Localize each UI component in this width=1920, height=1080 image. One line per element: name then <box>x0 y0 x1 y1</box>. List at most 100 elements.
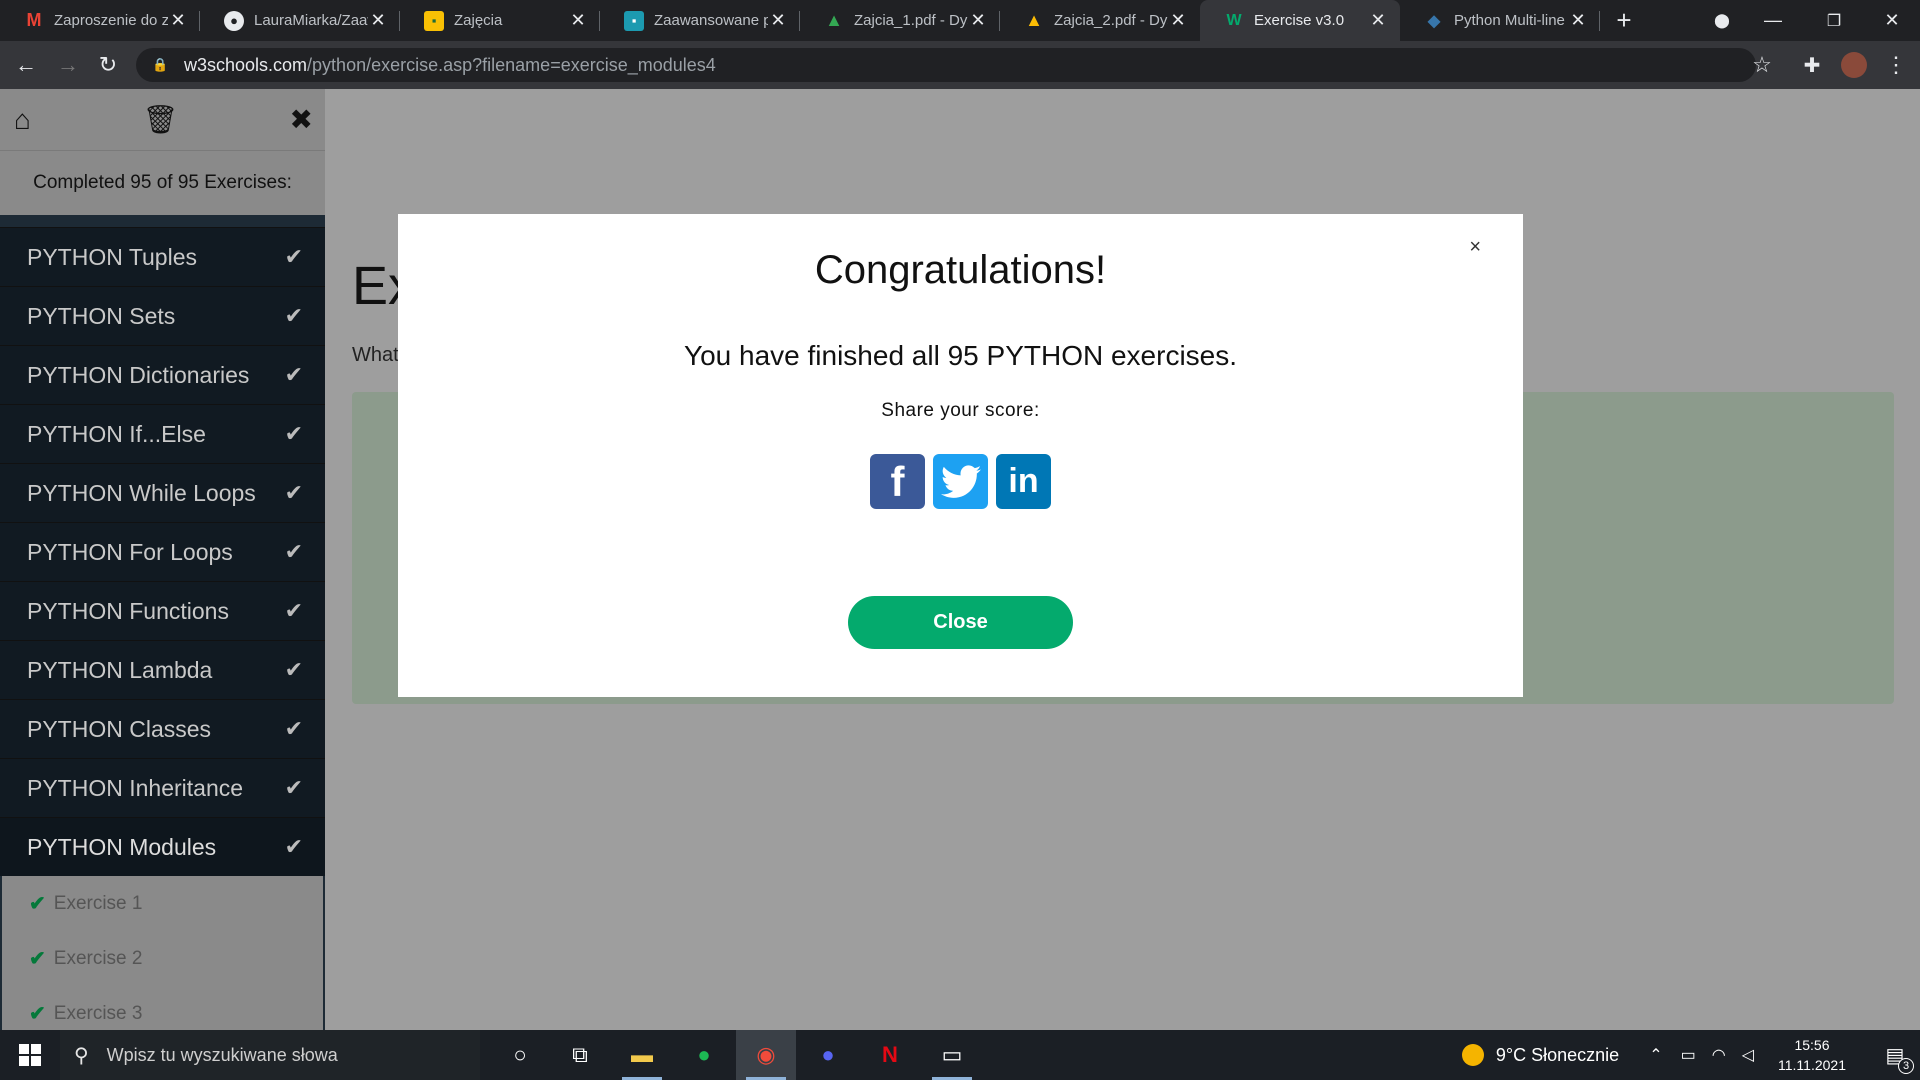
sidebar-item-inheritance[interactable]: PYTHON Inheritance ✔ <box>0 758 325 817</box>
classroom-icon: ▪ <box>424 10 444 31</box>
sidebar-item-if-else[interactable]: PYTHON If...Else ✔ <box>0 404 325 463</box>
new-tab-button[interactable]: + <box>1596 0 1652 41</box>
gmail-icon: M <box>26 10 42 30</box>
avatar[interactable] <box>1838 49 1870 81</box>
list-item-exercise-2[interactable]: ✔ Exercise 2 <box>2 931 323 986</box>
address-bar[interactable]: 🔒 w3schools.com /python/exercise.asp?fil… <box>136 48 1756 82</box>
congratulations-modal: × Congratulations! You have finished all… <box>398 214 1523 697</box>
taskbar-search-input[interactable]: ⚲ Wpisz tu wyszukiwane słowa <box>60 1030 480 1080</box>
browser-toolbar: ← → ↻ 🔒 w3schools.com /python/exercise.a… <box>0 41 1920 89</box>
cortana-icon[interactable]: ○ <box>490 1030 550 1080</box>
share-label: Share your score: <box>881 400 1040 421</box>
check-icon: ✔ <box>284 657 303 682</box>
task-view-icon[interactable]: ⧉ <box>550 1030 610 1080</box>
drive-icon: ▲ <box>825 10 843 30</box>
exercise-question: What <box>352 344 399 366</box>
python-icon: ◆ <box>1427 12 1441 30</box>
sidebar-item-classes[interactable]: PYTHON Classes ✔ <box>0 699 325 758</box>
check-icon: ✔ <box>284 244 303 269</box>
restore-button[interactable]: ❐ <box>1806 0 1862 41</box>
chevron-up-icon[interactable]: ⌃ <box>1649 1045 1662 1065</box>
windows-taskbar: ⚲ Wpisz tu wyszukiwane słowa ○ ⧉ ▬ ● ◉ ●… <box>0 1030 1920 1080</box>
screen: { "browser": { "tabs": [ {"title": "Zapr… <box>0 0 1920 1080</box>
check-icon: ✔ <box>284 539 303 564</box>
sidebar-item-tuples[interactable]: PYTHON Tuples ✔ <box>0 227 325 286</box>
notification-icon[interactable]: ▤ 3 <box>1870 1043 1920 1074</box>
browser-tab-strip: M Zaproszenie do za ✕ ● LauraMiarka/Zaaw… <box>0 0 1920 41</box>
close-icon[interactable]: ✕ <box>1568 10 1588 31</box>
github-icon: ● <box>224 10 244 31</box>
check-icon: ✔ <box>284 303 303 328</box>
trash-icon[interactable]: 🗑 <box>142 103 178 136</box>
list-item-exercise-3[interactable]: ✔ Exercise 3 <box>2 986 323 1030</box>
check-icon: ✔ <box>284 421 303 446</box>
sidebar-item-while-loops[interactable]: PYTHON While Loops ✔ <box>0 463 325 522</box>
modules-exercise-list: ✔ Exercise 1 ✔ Exercise 2 ✔ Exercise 3 <box>0 876 325 1030</box>
search-icon: ⚲ <box>74 1044 89 1067</box>
sidebar-item-functions[interactable]: PYTHON Functions ✔ <box>0 581 325 640</box>
extensions-icon[interactable]: ✚ <box>1796 49 1828 81</box>
exercise-sidebar: ⌂ 🗑 ✖ Completed 95 of 95 Exercises: PYTH… <box>0 89 325 1030</box>
tab-github[interactable]: ● LauraMiarka/Zaaw ✕ <box>200 0 400 41</box>
linkedin-icon[interactable]: in <box>996 454 1051 509</box>
spotify-icon[interactable]: ● <box>674 1030 734 1080</box>
modal-title: Congratulations! <box>814 248 1107 292</box>
close-icon[interactable]: ✕ <box>1368 10 1388 31</box>
close-icon[interactable]: ✕ <box>768 10 788 31</box>
volume-icon[interactable]: ◁ <box>1742 1045 1754 1065</box>
reload-icon[interactable]: ↻ <box>92 49 124 81</box>
discord-icon[interactable]: ● <box>798 1030 858 1080</box>
netflix-icon[interactable]: N <box>860 1030 920 1080</box>
chrome-icon[interactable]: ◉ <box>736 1030 796 1080</box>
sidebar-item-sets[interactable]: PYTHON Sets ✔ <box>0 286 325 345</box>
menu-icon[interactable]: ⋮ <box>1880 49 1912 81</box>
terminal-icon[interactable]: ▭ <box>922 1030 982 1080</box>
clock[interactable]: 15:56 11.11.2021 <box>1778 1035 1846 1075</box>
weather-widget[interactable]: 9°C Słonecznie <box>1461 1044 1619 1066</box>
close-icon[interactable]: ✖ <box>290 103 313 136</box>
modal-message: You have finished all 95 PYTHON exercise… <box>683 340 1238 371</box>
check-icon: ✔ <box>284 716 303 741</box>
home-icon[interactable]: ⌂ <box>14 104 31 136</box>
sidebar-item-lambda[interactable]: PYTHON Lambda ✔ <box>0 640 325 699</box>
back-icon[interactable]: ← <box>10 49 42 81</box>
close-icon[interactable]: ✕ <box>168 10 188 31</box>
sidebar-item-modules[interactable]: PYTHON Modules ✔ <box>0 817 325 876</box>
w3schools-icon: W <box>1226 11 1242 29</box>
facebook-icon[interactable]: f <box>870 454 925 509</box>
file-explorer-icon[interactable]: ▬ <box>612 1030 672 1080</box>
sidebar-item-for-loops[interactable]: PYTHON For Loops ✔ <box>0 522 325 581</box>
tab-drive-2[interactable]: ▲ Zajcia_2.pdf - Dys ✕ <box>1000 0 1200 41</box>
twitter-icon[interactable] <box>933 454 988 509</box>
tab-drive-1[interactable]: ▲ Zajcia_1.pdf - Dys ✕ <box>800 0 1000 41</box>
window-close-button[interactable]: ✕ <box>1864 0 1920 41</box>
tab-search-icon[interactable]: ⬤ <box>1694 0 1750 41</box>
battery-icon[interactable]: ▭ <box>1681 1045 1696 1065</box>
close-icon[interactable]: ✕ <box>568 10 588 31</box>
wifi-icon[interactable]: ◠ <box>1712 1045 1726 1065</box>
forward-icon[interactable]: → <box>52 49 84 81</box>
system-tray: 9°C Słonecznie ⌃ ▭ ◠ ◁ 15:56 11.11.2021 … <box>1461 1030 1920 1080</box>
lock-icon: 🔒 <box>152 57 169 72</box>
bookmark-star-icon[interactable]: ☆ <box>1746 49 1778 81</box>
close-button[interactable]: Close <box>848 596 1073 649</box>
close-icon[interactable]: ✕ <box>1168 10 1188 31</box>
tab-classroom[interactable]: ▪ Zajęcia ✕ <box>400 0 600 41</box>
list-item-exercise-1[interactable]: ✔ Exercise 1 <box>2 876 323 931</box>
close-icon[interactable]: ✕ <box>368 10 388 31</box>
windows-start-icon[interactable] <box>0 1030 60 1080</box>
tab-classroom-2[interactable]: ▪ Zaawansowane pr ✕ <box>600 0 800 41</box>
check-icon: ✔ <box>284 480 303 505</box>
minimize-button[interactable]: — <box>1745 0 1801 41</box>
completed-count: Completed 95 of 95 Exercises: <box>0 150 325 215</box>
tab-python[interactable]: ◆ Python Multi-line ✕ <box>1400 0 1600 41</box>
tab-exercise[interactable]: W Exercise v3.0 ✕ <box>1200 0 1400 41</box>
sidebar-item-dictionaries[interactable]: PYTHON Dictionaries ✔ <box>0 345 325 404</box>
check-icon: ✔ <box>284 362 303 387</box>
sun-icon <box>1461 1044 1484 1066</box>
tab-gmail[interactable]: M Zaproszenie do za ✕ <box>0 0 200 41</box>
share-buttons: f in <box>870 454 1051 509</box>
check-icon: ✔ <box>29 948 46 970</box>
check-icon: ✔ <box>284 834 303 859</box>
close-icon[interactable]: ✕ <box>968 10 988 31</box>
